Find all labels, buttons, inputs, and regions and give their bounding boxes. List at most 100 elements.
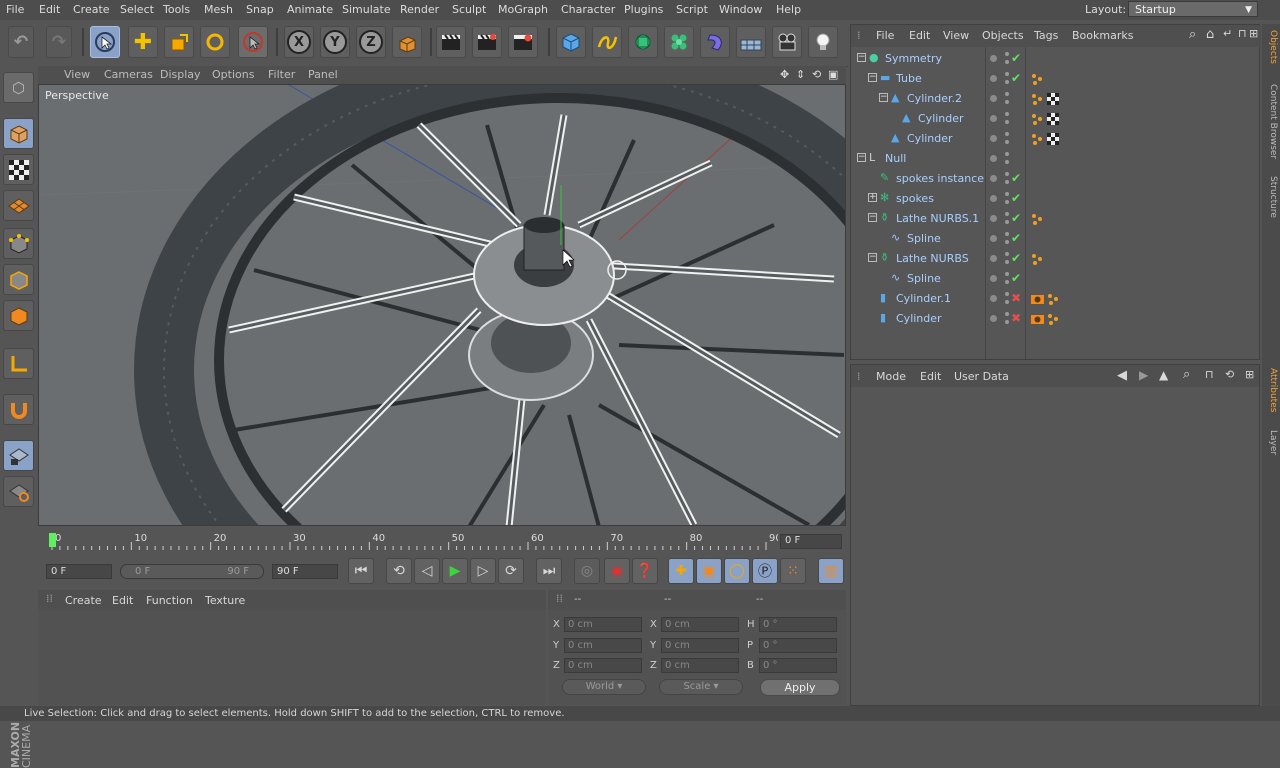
render-visibility-dot[interactable] (1005, 312, 1009, 316)
light-button[interactable] (808, 26, 838, 58)
objects-menu-file[interactable]: File (876, 29, 894, 42)
autokey-button[interactable]: ◉ (604, 558, 630, 584)
enabled-check-icon[interactable]: ✔ (1011, 71, 1021, 85)
timeline-ruler[interactable]: 0102030405060708090 (38, 528, 778, 554)
texture-tag-icon[interactable] (1047, 113, 1059, 125)
material-area[interactable] (38, 610, 546, 705)
current-frame-field[interactable]: 0 F (780, 534, 842, 549)
position-y-field[interactable]: 0 cm (564, 638, 642, 653)
compositing-tag-icon[interactable] (1031, 293, 1044, 305)
viewport-perspective[interactable]: Perspective (38, 84, 846, 526)
menu-plugins[interactable]: Plugins (624, 3, 663, 16)
object-row[interactable]: ▮ Cylinder.1 ✖ (851, 289, 1259, 309)
dolly-icon[interactable]: ⇕ (796, 68, 805, 81)
points-mode-button[interactable] (3, 228, 34, 259)
rotation-b-field[interactable]: 0 ° (759, 658, 837, 673)
visibility-dot[interactable] (990, 155, 997, 162)
object-name[interactable]: Symmetry (885, 52, 942, 65)
material-menu-edit[interactable]: Edit (112, 594, 133, 607)
tab-structure[interactable]: Structure (1264, 176, 1278, 218)
panel-grip-icon[interactable]: ⁞⁞ (556, 592, 563, 605)
y-axis-button[interactable]: Y (320, 26, 350, 58)
next-key-button[interactable]: ⟳ (498, 558, 524, 584)
orbit-icon[interactable]: ⟲ (812, 68, 821, 81)
panel-grip-icon[interactable]: ⁞ (857, 29, 861, 42)
render-visibility-dot[interactable] (1005, 172, 1009, 176)
enabled-check-icon[interactable]: ✔ (1011, 191, 1021, 205)
next-frame-button[interactable]: ▷ (470, 558, 496, 584)
object-row[interactable]: ▮ Cylinder ✖ (851, 309, 1259, 329)
menu-edit[interactable]: Edit (39, 3, 60, 16)
phong-tag-icon[interactable] (1031, 73, 1043, 85)
disabled-cross-icon[interactable]: ✖ (1011, 311, 1021, 325)
object-row[interactable]: − L Null (851, 149, 1259, 169)
editor-visibility-dot[interactable] (1005, 160, 1009, 164)
new-window-icon[interactable]: ⊞ (1249, 27, 1258, 40)
panel-grip-icon[interactable]: ⁞ (857, 370, 861, 383)
editor-visibility-dot[interactable] (1005, 180, 1009, 184)
render-settings-button[interactable] (508, 26, 538, 58)
object-row[interactable]: − ▲ Cylinder.2 (851, 89, 1259, 109)
compositing-tag-icon[interactable] (1031, 313, 1044, 325)
object-row[interactable]: + ✻ spokes ✔ (851, 189, 1259, 209)
phong-tag-icon[interactable] (1047, 293, 1059, 305)
texture-tag-icon[interactable] (1047, 133, 1059, 145)
editor-visibility-dot[interactable] (1005, 220, 1009, 224)
object-name[interactable]: Spline (907, 232, 941, 245)
menu-select[interactable]: Select (120, 3, 154, 16)
render-visibility-dot[interactable] (1005, 92, 1009, 96)
tab-content-browser[interactable]: Content Browser (1264, 84, 1278, 159)
material-menu-texture[interactable]: Texture (205, 594, 245, 607)
workplane-lock-button[interactable] (3, 440, 34, 471)
render-visibility-dot[interactable] (1005, 72, 1009, 76)
history-icon[interactable]: ⟲ (1225, 368, 1234, 381)
live-selection-button[interactable] (90, 26, 120, 58)
rotation-h-field[interactable]: 0 ° (759, 617, 837, 632)
editor-visibility-dot[interactable] (1005, 100, 1009, 104)
viewport-menu-cameras[interactable]: Cameras (104, 68, 153, 81)
locked-workplane-button[interactable] (3, 476, 34, 507)
render-visibility-dot[interactable] (1005, 252, 1009, 256)
object-name[interactable]: spokes (896, 192, 934, 205)
size-z-field[interactable]: 0 cm (661, 658, 739, 673)
move-button[interactable]: ✚ (128, 26, 158, 58)
visibility-dot[interactable] (990, 115, 997, 122)
back-icon[interactable]: ↵ (1223, 27, 1232, 40)
rotation-p-field[interactable]: 0 ° (759, 638, 837, 653)
go-to-end-button[interactable]: ⏭ (536, 558, 562, 584)
material-menu-create[interactable]: Create (65, 594, 102, 607)
objects-menu-bookmarks[interactable]: Bookmarks (1072, 29, 1133, 42)
cube-button[interactable] (556, 26, 586, 58)
objects-menu-edit[interactable]: Edit (909, 29, 930, 42)
menu-script[interactable]: Script (676, 3, 708, 16)
menu-file[interactable]: File (6, 3, 24, 16)
preview-range-slider[interactable]: 0 F 90 F (120, 564, 264, 579)
menu-animate[interactable]: Animate (287, 3, 333, 16)
enabled-check-icon[interactable]: ✔ (1011, 171, 1021, 185)
key-point-level-button[interactable]: ⁙ (780, 558, 806, 584)
forward-arrow-icon[interactable]: ▶ (1139, 368, 1148, 382)
object-row[interactable]: ▲ Cylinder (851, 129, 1259, 149)
menu-simulate[interactable]: Simulate (342, 3, 391, 16)
floor-button[interactable] (736, 26, 766, 58)
render-visibility-dot[interactable] (1005, 192, 1009, 196)
end-frame-field[interactable]: 90 F (272, 564, 338, 579)
previous-key-button[interactable]: ⟲ (386, 558, 412, 584)
object-name[interactable]: Tube (896, 72, 922, 85)
maximize-view-icon[interactable]: ▣ (828, 68, 838, 81)
editor-visibility-dot[interactable] (1005, 200, 1009, 204)
object-row[interactable]: ∿ Spline ✔ (851, 269, 1259, 289)
camera-button[interactable] (772, 26, 802, 58)
editor-visibility-dot[interactable] (1005, 140, 1009, 144)
render-visibility-dot[interactable] (1005, 272, 1009, 276)
tab-layer[interactable]: Layer (1264, 430, 1278, 455)
size-y-field[interactable]: 0 cm (661, 638, 739, 653)
editor-visibility-dot[interactable] (1005, 320, 1009, 324)
record-keys-button[interactable]: ◎ (574, 558, 600, 584)
objects-menu-objects[interactable]: Objects (982, 29, 1024, 42)
spline-pen-button[interactable] (592, 26, 622, 58)
collapse-icon[interactable]: − (868, 213, 877, 222)
deformer-button[interactable] (700, 26, 730, 58)
visibility-dot[interactable] (990, 135, 997, 142)
object-name[interactable]: Lathe NURBS.1 (896, 212, 979, 225)
